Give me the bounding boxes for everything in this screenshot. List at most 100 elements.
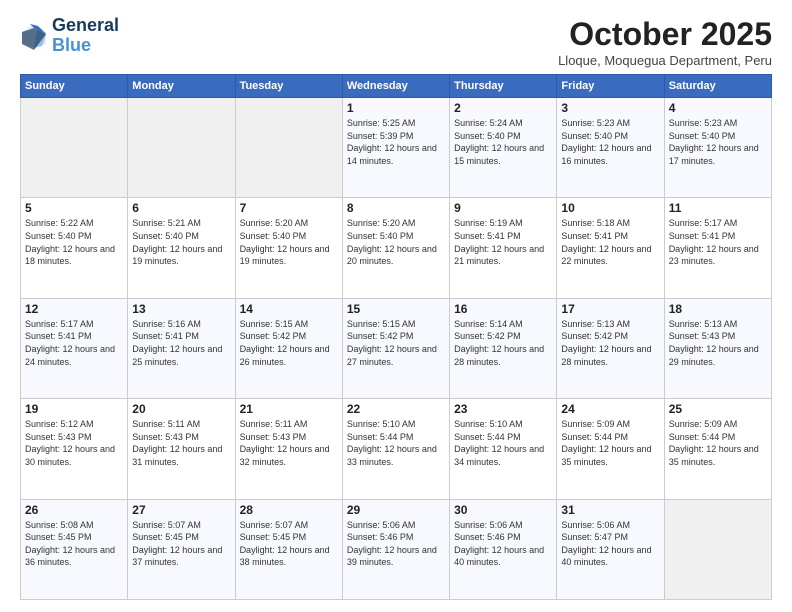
page: General Blue October 2025 Lloque, Moqueg… <box>0 0 792 612</box>
calendar-cell: 31 Sunrise: 5:06 AMSunset: 5:47 PMDayligh… <box>557 499 664 599</box>
location: Lloque, Moquegua Department, Peru <box>558 53 772 68</box>
day-number: 24 <box>561 402 659 416</box>
calendar-week-3: 12 Sunrise: 5:17 AMSunset: 5:41 PMDayligh… <box>21 298 772 398</box>
day-number: 15 <box>347 302 445 316</box>
day-number: 17 <box>561 302 659 316</box>
day-number: 10 <box>561 201 659 215</box>
weekday-header-sunday: Sunday <box>21 75 128 98</box>
calendar-cell <box>235 98 342 198</box>
weekday-header-thursday: Thursday <box>450 75 557 98</box>
calendar-week-1: 1 Sunrise: 5:25 AMSunset: 5:39 PMDaylight… <box>21 98 772 198</box>
weekday-header-friday: Friday <box>557 75 664 98</box>
day-number: 1 <box>347 101 445 115</box>
weekday-header-monday: Monday <box>128 75 235 98</box>
calendar-cell: 11 Sunrise: 5:17 AMSunset: 5:41 PMDayligh… <box>664 198 771 298</box>
calendar-cell: 18 Sunrise: 5:13 AMSunset: 5:43 PMDayligh… <box>664 298 771 398</box>
logo-line1: General <box>52 16 119 36</box>
day-info: Sunrise: 5:15 AMSunset: 5:42 PMDaylight:… <box>240 318 338 368</box>
calendar-week-4: 19 Sunrise: 5:12 AMSunset: 5:43 PMDayligh… <box>21 399 772 499</box>
calendar-cell: 12 Sunrise: 5:17 AMSunset: 5:41 PMDayligh… <box>21 298 128 398</box>
calendar-cell: 28 Sunrise: 5:07 AMSunset: 5:45 PMDayligh… <box>235 499 342 599</box>
day-info: Sunrise: 5:21 AMSunset: 5:40 PMDaylight:… <box>132 217 230 267</box>
calendar-cell: 1 Sunrise: 5:25 AMSunset: 5:39 PMDaylight… <box>342 98 449 198</box>
weekday-header-row: SundayMondayTuesdayWednesdayThursdayFrid… <box>21 75 772 98</box>
calendar-cell: 6 Sunrise: 5:21 AMSunset: 5:40 PMDaylight… <box>128 198 235 298</box>
day-info: Sunrise: 5:09 AMSunset: 5:44 PMDaylight:… <box>561 418 659 468</box>
day-info: Sunrise: 5:06 AMSunset: 5:46 PMDaylight:… <box>347 519 445 569</box>
day-number: 4 <box>669 101 767 115</box>
calendar-cell: 19 Sunrise: 5:12 AMSunset: 5:43 PMDayligh… <box>21 399 128 499</box>
calendar-cell: 25Sunrise: 5:09 AMSunset: 5:44 PMDayligh… <box>664 399 771 499</box>
day-info: Sunrise: 5:13 AMSunset: 5:43 PMDaylight:… <box>669 318 767 368</box>
logo-icon <box>20 22 48 50</box>
day-number: 14 <box>240 302 338 316</box>
day-number: 23 <box>454 402 552 416</box>
day-info: Sunrise: 5:13 AMSunset: 5:42 PMDaylight:… <box>561 318 659 368</box>
header: General Blue October 2025 Lloque, Moqueg… <box>20 16 772 68</box>
day-number: 28 <box>240 503 338 517</box>
day-number: 29 <box>347 503 445 517</box>
calendar-cell: 8 Sunrise: 5:20 AMSunset: 5:40 PMDaylight… <box>342 198 449 298</box>
day-info: Sunrise: 5:23 AMSunset: 5:40 PMDaylight:… <box>561 117 659 167</box>
calendar-cell: 7Sunrise: 5:20 AMSunset: 5:40 PMDaylight… <box>235 198 342 298</box>
calendar-cell: 9Sunrise: 5:19 AMSunset: 5:41 PMDaylight… <box>450 198 557 298</box>
day-number: 31 <box>561 503 659 517</box>
calendar-cell <box>128 98 235 198</box>
day-info: Sunrise: 5:14 AMSunset: 5:42 PMDaylight:… <box>454 318 552 368</box>
day-number: 26 <box>25 503 123 517</box>
day-number: 3 <box>561 101 659 115</box>
day-number: 30 <box>454 503 552 517</box>
day-info: Sunrise: 5:08 AMSunset: 5:45 PMDaylight:… <box>25 519 123 569</box>
day-info: Sunrise: 5:10 AMSunset: 5:44 PMDaylight:… <box>454 418 552 468</box>
day-info: Sunrise: 5:20 AMSunset: 5:40 PMDaylight:… <box>347 217 445 267</box>
weekday-header-tuesday: Tuesday <box>235 75 342 98</box>
day-info: Sunrise: 5:24 AMSunset: 5:40 PMDaylight:… <box>454 117 552 167</box>
day-info: Sunrise: 5:10 AMSunset: 5:44 PMDaylight:… <box>347 418 445 468</box>
day-info: Sunrise: 5:20 AMSunset: 5:40 PMDaylight:… <box>240 217 338 267</box>
day-info: Sunrise: 5:18 AMSunset: 5:41 PMDaylight:… <box>561 217 659 267</box>
day-number: 8 <box>347 201 445 215</box>
day-info: Sunrise: 5:07 AMSunset: 5:45 PMDaylight:… <box>240 519 338 569</box>
day-info: Sunrise: 5:12 AMSunset: 5:43 PMDaylight:… <box>25 418 123 468</box>
month-title: October 2025 <box>558 16 772 53</box>
day-info: Sunrise: 5:23 AMSunset: 5:40 PMDaylight:… <box>669 117 767 167</box>
day-info: Sunrise: 5:11 AMSunset: 5:43 PMDaylight:… <box>132 418 230 468</box>
day-number: 25 <box>669 402 767 416</box>
day-info: Sunrise: 5:25 AMSunset: 5:39 PMDaylight:… <box>347 117 445 167</box>
day-number: 9 <box>454 201 552 215</box>
calendar-cell: 14 Sunrise: 5:15 AMSunset: 5:42 PMDayligh… <box>235 298 342 398</box>
day-number: 16 <box>454 302 552 316</box>
calendar-week-2: 5 Sunrise: 5:22 AMSunset: 5:40 PMDaylight… <box>21 198 772 298</box>
weekday-header-saturday: Saturday <box>664 75 771 98</box>
calendar-cell: 10 Sunrise: 5:18 AMSunset: 5:41 PMDayligh… <box>557 198 664 298</box>
day-number: 2 <box>454 101 552 115</box>
calendar-cell: 30Sunrise: 5:06 AMSunset: 5:46 PMDayligh… <box>450 499 557 599</box>
calendar-cell: 23 Sunrise: 5:10 AMSunset: 5:44 PMDayligh… <box>450 399 557 499</box>
day-number: 19 <box>25 402 123 416</box>
day-number: 11 <box>669 201 767 215</box>
day-info: Sunrise: 5:15 AMSunset: 5:42 PMDaylight:… <box>347 318 445 368</box>
day-info: Sunrise: 5:07 AMSunset: 5:45 PMDaylight:… <box>132 519 230 569</box>
day-info: Sunrise: 5:06 AMSunset: 5:47 PMDaylight:… <box>561 519 659 569</box>
logo-line2: Blue <box>52 36 119 56</box>
calendar-cell: 2 Sunrise: 5:24 AMSunset: 5:40 PMDaylight… <box>450 98 557 198</box>
day-info: Sunrise: 5:22 AMSunset: 5:40 PMDaylight:… <box>25 217 123 267</box>
day-info: Sunrise: 5:16 AMSunset: 5:41 PMDaylight:… <box>132 318 230 368</box>
calendar-cell: 3 Sunrise: 5:23 AMSunset: 5:40 PMDaylight… <box>557 98 664 198</box>
day-info: Sunrise: 5:17 AMSunset: 5:41 PMDaylight:… <box>25 318 123 368</box>
day-number: 13 <box>132 302 230 316</box>
calendar-cell: 5 Sunrise: 5:22 AMSunset: 5:40 PMDaylight… <box>21 198 128 298</box>
day-number: 6 <box>132 201 230 215</box>
day-number: 21 <box>240 402 338 416</box>
day-info: Sunrise: 5:17 AMSunset: 5:41 PMDaylight:… <box>669 217 767 267</box>
calendar-table: SundayMondayTuesdayWednesdayThursdayFrid… <box>20 74 772 600</box>
calendar-cell: 26 Sunrise: 5:08 AMSunset: 5:45 PMDayligh… <box>21 499 128 599</box>
calendar-cell: 17 Sunrise: 5:13 AMSunset: 5:42 PMDayligh… <box>557 298 664 398</box>
day-number: 18 <box>669 302 767 316</box>
calendar-cell: 16 Sunrise: 5:14 AMSunset: 5:42 PMDayligh… <box>450 298 557 398</box>
title-block: October 2025 Lloque, Moquegua Department… <box>558 16 772 68</box>
day-number: 12 <box>25 302 123 316</box>
calendar-cell <box>21 98 128 198</box>
day-number: 22 <box>347 402 445 416</box>
day-number: 5 <box>25 201 123 215</box>
